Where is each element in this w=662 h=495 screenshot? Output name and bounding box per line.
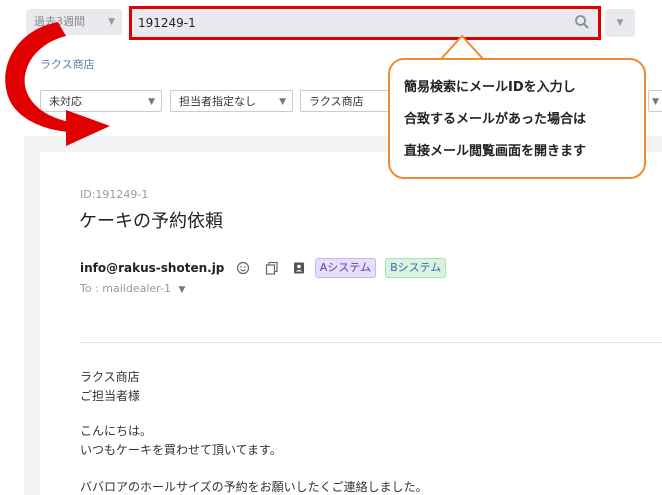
search-options-dropdown[interactable]: ▼ [605,9,635,37]
callout-pointer [439,34,485,60]
mail-subject: ケーキの予約依頼 [79,211,223,232]
copy-icon[interactable] [265,261,279,275]
search-icon[interactable] [574,14,590,30]
callout-line: 合致するメールがあった場合は [404,112,587,127]
mail-body-line: ババロアのホールサイズの予約をお願いしたくご連絡しました。 [80,480,428,494]
mail-body-line: こんにちは。 [80,424,153,438]
callout-line: 直接メール閲覧画面を開きます [404,144,587,159]
system-tag-a[interactable]: Aシステム [314,257,376,278]
sender-address[interactable]: info@rakus-shoten.jp [80,261,224,275]
chevron-down-icon: ▼ [279,97,286,107]
callout-line: 簡易検索にメールIDを入力し [404,80,576,95]
divider [80,342,662,343]
search-input[interactable] [138,11,558,35]
extra-filter[interactable]: ▼ [648,90,662,112]
chevron-down-icon: ▼ [616,18,624,28]
to-recipient: To : maildealer-1 [80,282,171,295]
to-row[interactable]: To : maildealer-1 ▼ [80,282,185,295]
annotation-arrow-icon [5,22,110,146]
mail-id: ID:191249-1 [80,188,149,201]
chevron-down-icon: ▼ [652,97,659,107]
mail-body-line: いつもケーキを買わせて頂いてます。 [80,443,282,457]
chevron-down-icon: ▼ [148,97,155,107]
chevron-down-icon: ▼ [178,285,186,295]
search-box[interactable] [129,6,601,40]
shop-filter[interactable]: ラクス商店 [300,90,390,112]
system-tag-b[interactable]: Bシステム [385,257,447,278]
contact-card-icon[interactable] [292,261,306,275]
smiley-icon[interactable] [236,261,250,275]
mail-body-line: ラクス商店 [80,370,140,384]
mail-body-line: ご担当者様 [80,389,141,403]
annotation-callout: 簡易検索にメールIDを入力し 合致するメールがあった場合は 直接メール閲覧画面を… [388,58,646,179]
assignee-filter-label: 担当者指定なし [179,95,256,108]
shop-filter-label: ラクス商店 [309,95,364,108]
assignee-filter[interactable]: 担当者指定なし ▼ [170,90,293,112]
sender-row: info@rakus-shoten.jp Aシステム Bシステム [80,257,447,278]
